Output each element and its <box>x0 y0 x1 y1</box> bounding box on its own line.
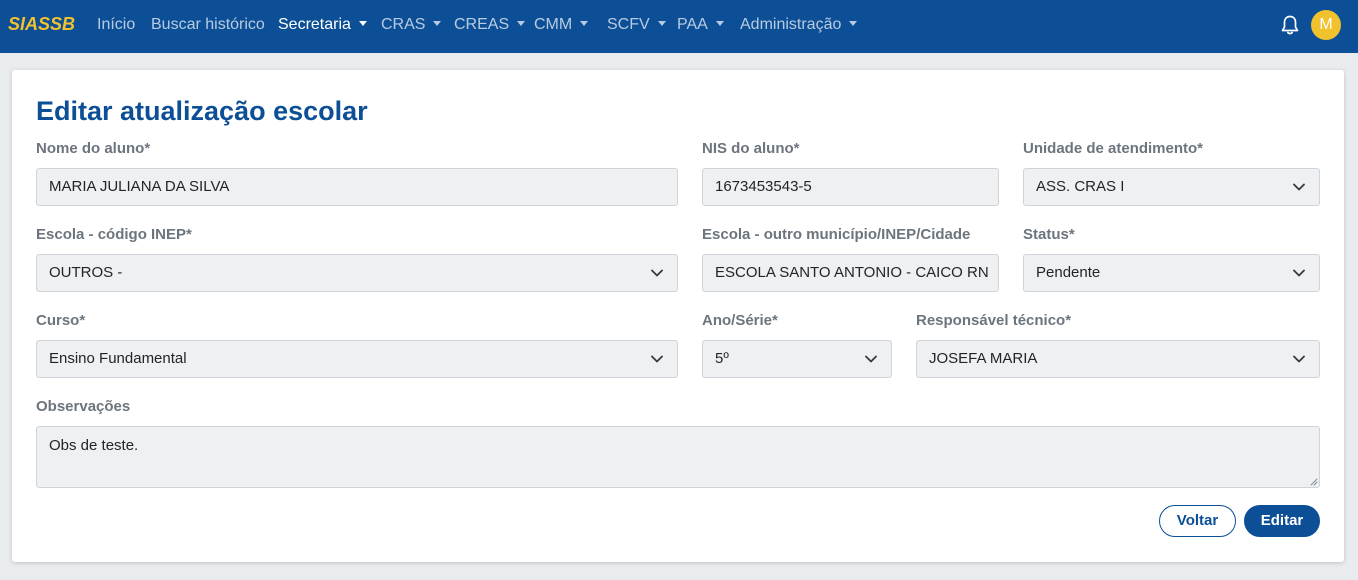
chevron-down-icon <box>651 269 663 277</box>
nav-buscar-historico[interactable]: Buscar histórico <box>151 16 265 34</box>
nav-cras-label: CRAS <box>381 16 426 33</box>
unidade-atendimento-select[interactable]: ASS. CRAS I <box>1023 168 1320 206</box>
editar-button[interactable]: Editar <box>1244 505 1320 537</box>
caret-down-icon <box>433 21 442 26</box>
brand-logo[interactable]: SIASSB <box>8 14 75 35</box>
bell-icon[interactable] <box>1280 14 1300 36</box>
curso-select[interactable]: Ensino Fundamental <box>36 340 678 378</box>
chevron-down-icon <box>1293 269 1305 277</box>
status-label: Status* <box>1023 226 1075 243</box>
nav-cras-dropdown[interactable]: CRAS <box>381 16 442 34</box>
nav-secretaria-label: Secretaria <box>278 16 351 33</box>
escola-outro-label: Escola - outro município/INEP/Cidade <box>702 226 971 243</box>
escola-inep-value: OUTROS - <box>49 264 123 281</box>
page-title: Editar atualização escolar <box>36 96 368 126</box>
status-value: Pendente <box>1036 264 1101 281</box>
nome-aluno-label: Nome do aluno* <box>36 140 151 157</box>
chevron-down-icon <box>865 355 877 363</box>
chevron-down-icon <box>651 355 663 363</box>
caret-down-icon <box>849 21 858 26</box>
caret-down-icon <box>358 21 367 26</box>
nav-secretaria-dropdown[interactable]: Secretaria <box>278 16 367 34</box>
ano-serie-label: Ano/Série* <box>702 312 778 329</box>
nav-creas-label: CREAS <box>454 16 510 33</box>
resize-grip-icon[interactable] <box>1308 476 1318 486</box>
caret-down-icon <box>657 21 666 26</box>
curso-value: Ensino Fundamental <box>49 350 187 367</box>
escola-outro-input[interactable]: ESCOLA SANTO ANTONIO - CAICO RN <box>702 254 999 292</box>
responsavel-tecnico-select[interactable]: JOSEFA MARIA <box>916 340 1320 378</box>
caret-down-icon <box>715 21 724 26</box>
nav-paa-dropdown[interactable]: PAA <box>677 16 724 34</box>
escola-inep-label: Escola - código INEP* <box>36 226 192 243</box>
escola-inep-select[interactable]: OUTROS - <box>36 254 678 292</box>
nome-aluno-input[interactable]: MARIA JULIANA DA SILVA <box>36 168 678 206</box>
nav-cmm-dropdown[interactable]: CMM <box>534 16 589 34</box>
observacoes-value: Obs de teste. <box>49 437 139 454</box>
nav-scfv-dropdown[interactable]: SCFV <box>607 16 666 34</box>
user-avatar[interactable]: M <box>1311 10 1341 40</box>
responsavel-tecnico-value: JOSEFA MARIA <box>929 350 1038 367</box>
status-select[interactable]: Pendente <box>1023 254 1320 292</box>
nav-paa-label: PAA <box>677 16 708 33</box>
voltar-button[interactable]: Voltar <box>1159 505 1236 537</box>
nis-aluno-label: NIS do aluno* <box>702 140 800 157</box>
ano-serie-value: 5º <box>715 350 729 367</box>
nav-administracao-label: Administração <box>740 16 842 33</box>
chevron-down-icon <box>1293 183 1305 191</box>
curso-label: Curso* <box>36 312 86 329</box>
ano-serie-select[interactable]: 5º <box>702 340 892 378</box>
responsavel-tecnico-label: Responsável técnico* <box>916 312 1072 329</box>
nav-inicio[interactable]: Início <box>97 16 135 34</box>
caret-down-icon <box>517 21 526 26</box>
observacoes-textarea[interactable]: Obs de teste. <box>36 426 1320 488</box>
nis-aluno-input[interactable]: 1673453543-5 <box>702 168 999 206</box>
nav-creas-dropdown[interactable]: CREAS <box>454 16 526 34</box>
unidade-atendimento-value: ASS. CRAS I <box>1036 178 1125 195</box>
nav-cmm-label: CMM <box>534 16 573 33</box>
nav-administracao-dropdown[interactable]: Administração <box>740 16 858 34</box>
observacoes-label: Observações <box>36 398 131 415</box>
chevron-down-icon <box>1293 355 1305 363</box>
nav-scfv-label: SCFV <box>607 16 650 33</box>
caret-down-icon <box>580 21 589 26</box>
unidade-atendimento-label: Unidade de atendimento* <box>1023 140 1204 157</box>
top-navbar: SIASSB Início Buscar histórico Secretari… <box>0 0 1358 53</box>
